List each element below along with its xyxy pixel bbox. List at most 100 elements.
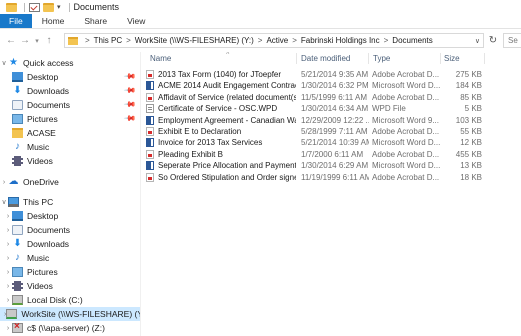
customize-quick-access-dropdown[interactable]: ▾ [57,3,61,11]
file-name-cell[interactable]: ACME 2014 Audit Engagement Contract [146,80,296,91]
videos-icon [12,156,23,166]
breadcrumb-documents[interactable]: Documents [392,36,432,45]
file-name: Employment Agreement - Canadian Was... [158,115,296,125]
forward-button[interactable]: → [18,34,32,48]
file-size: 455 KB [455,149,482,159]
sidebar-item-pc-videos[interactable]: › Videos [0,279,140,293]
chevron-down-icon[interactable]: ∨ [475,37,480,45]
breadcrumb-fabrinski[interactable]: Fabrinski Holdings Inc [301,36,380,45]
back-button[interactable]: ← [4,34,18,48]
search-input[interactable]: Se [503,33,521,48]
file-name: ACME 2014 Audit Engagement Contract [158,81,296,91]
file-list: ˄ Name Date modified Type Size 2013 Tax … [141,52,521,336]
file-type: Microsoft Word 9... [372,115,439,125]
sidebar-item-pc-music[interactable]: › ♪ Music [0,251,140,265]
sidebar-item-label: Documents [27,225,70,235]
table-row[interactable]: Certificate of Service - OSC.WPD 1/30/201… [141,103,521,114]
column-header-date[interactable]: Date modified [297,52,367,65]
sidebar-item-label: This PC [23,197,54,207]
sidebar-item-label: Music [27,142,50,152]
refresh-button[interactable]: ↻ [486,34,500,47]
sidebar-item-quick-access[interactable]: ∨ ★ Quick access [0,56,140,70]
table-row[interactable]: Employment Agreement - Canadian Was... 12… [141,115,521,126]
breadcrumb-separator[interactable]: > [384,36,389,45]
chevron-right-icon[interactable]: › [4,283,12,290]
breadcrumb-separator: > [85,36,90,45]
column-resize-handle[interactable] [484,53,485,64]
chevron-right-icon[interactable]: › [4,227,12,234]
up-button[interactable]: ↑ [42,34,56,48]
file-date-modified: 5/21/2014 10:39 AM [301,138,369,148]
tab-file[interactable]: File [0,14,32,28]
chevron-down-icon[interactable]: ∨ [0,59,8,67]
tab-home[interactable]: Home [32,14,75,28]
sidebar-item-onedrive[interactable]: › ☁ OneDrive [0,175,140,189]
file-name-cell[interactable]: So Ordered Stipulation and Order signed … [146,172,296,183]
tab-view[interactable]: View [117,14,155,28]
breadcrumb-separator[interactable]: > [258,36,263,45]
file-date-modified: 1/7/2000 6:11 AM [301,149,364,159]
table-row[interactable]: Invoice for 2013 Tax Services 5/21/2014 1… [141,137,521,148]
sidebar-item-label: WorkSite (\\WS-FILESHARE) (Y:) [21,309,140,319]
file-name-cell[interactable]: Certificate of Service - OSC.WPD [146,103,296,114]
file-name-cell[interactable]: Employment Agreement - Canadian Was... [146,115,296,126]
column-header-size[interactable]: Size [440,52,490,65]
sidebar-item-label: Videos [27,156,53,166]
sidebar-item-this-pc[interactable]: ∨ This PC [0,195,140,209]
address-bar[interactable]: > This PC > WorkSite (\\WS-FILESHARE) (Y… [64,33,484,48]
sidebar-item-music[interactable]: ♪ Music [0,140,140,154]
table-row[interactable]: Seperate Price Allocation and Payment 1/3… [141,160,521,171]
sidebar-item-desktop[interactable]: Desktop [0,70,140,84]
recent-locations-button[interactable]: ▾ [32,34,42,48]
sidebar-item-pc-desktop[interactable]: › Desktop [0,209,140,223]
table-row[interactable]: Pleading Exhibit B 1/7/2000 6:11 AM Adobe … [141,149,521,160]
sidebar-item-worksite[interactable]: › WorkSite (\\WS-FILESHARE) (Y:) [0,307,140,321]
sidebar-item-label: Desktop [27,72,59,82]
chevron-right-icon[interactable]: › [4,325,12,332]
file-name-cell[interactable]: Affidavit of Service (related document(s… [146,92,296,103]
tab-share[interactable]: Share [74,14,117,28]
breadcrumb-separator[interactable]: > [292,36,297,45]
table-row[interactable]: 2013 Tax Form (1040) for JToepfer 5/21/20… [141,69,521,80]
file-name-cell[interactable]: Pleading Exhibit B [146,149,296,160]
breadcrumb-active[interactable]: Active [266,36,288,45]
pdf-file-icon [146,127,154,136]
sidebar-item-pictures[interactable]: Pictures [0,112,140,126]
file-size: 55 KB [460,127,482,136]
sidebar-item-pc-pictures[interactable]: › Pictures [0,265,140,279]
sidebar-item-documents[interactable]: Documents [0,98,140,112]
file-name-cell[interactable]: 2013 Tax Form (1040) for JToepfer [146,69,296,80]
chevron-right-icon[interactable]: › [4,269,12,276]
breadcrumb-separator[interactable]: > [126,36,131,45]
file-name-cell[interactable]: Seperate Price Allocation and Payment [146,160,296,171]
table-row[interactable]: ACME 2014 Audit Engagement Contract 1/30/… [141,80,521,91]
file-size: 5 KB [464,104,482,114]
table-row[interactable]: Affidavit of Service (related document(s… [141,92,521,103]
sidebar-item-label: Local Disk (C:) [27,295,83,305]
column-header-name[interactable]: Name [146,52,296,65]
sidebar-item-apa-server[interactable]: › c$ (\\apa-server) (Z:) [0,321,140,335]
chevron-down-icon[interactable]: ∨ [0,198,8,206]
breadcrumb-worksite[interactable]: WorkSite (\\WS-FILESHARE) (Y:) [135,36,254,45]
chevron-right-icon[interactable]: › [4,255,12,262]
file-name-cell[interactable]: Invoice for 2013 Tax Services [146,137,296,148]
column-header-type[interactable]: Type [369,52,439,65]
sidebar-item-acase[interactable]: ACASE [0,126,140,140]
file-name-cell[interactable]: Exhibit E to Declaration [146,126,296,137]
sidebar-item-pc-documents[interactable]: › Documents [0,223,140,237]
chevron-right-icon[interactable]: › [4,213,12,220]
chevron-right-icon[interactable]: › [4,241,12,248]
properties-icon[interactable] [29,2,40,12]
chevron-right-icon[interactable]: › [4,297,12,304]
sidebar-item-local-disk[interactable]: › Local Disk (C:) [0,293,140,307]
chevron-right-icon[interactable]: › [0,179,8,186]
file-name: So Ordered Stipulation and Order signed … [158,172,296,182]
table-row[interactable]: Exhibit E to Declaration 5/28/1999 7:11 A… [141,126,521,137]
sidebar-item-videos[interactable]: Videos [0,154,140,168]
sidebar-item-pc-downloads[interactable]: › ⬇ Downloads [0,237,140,251]
new-folder-icon[interactable] [43,2,54,12]
sidebar-item-downloads[interactable]: ⬇ Downloads [0,84,140,98]
table-row[interactable]: So Ordered Stipulation and Order signed … [141,172,521,183]
desktop-icon [12,72,23,82]
breadcrumb-this-pc[interactable]: This PC [94,36,122,45]
